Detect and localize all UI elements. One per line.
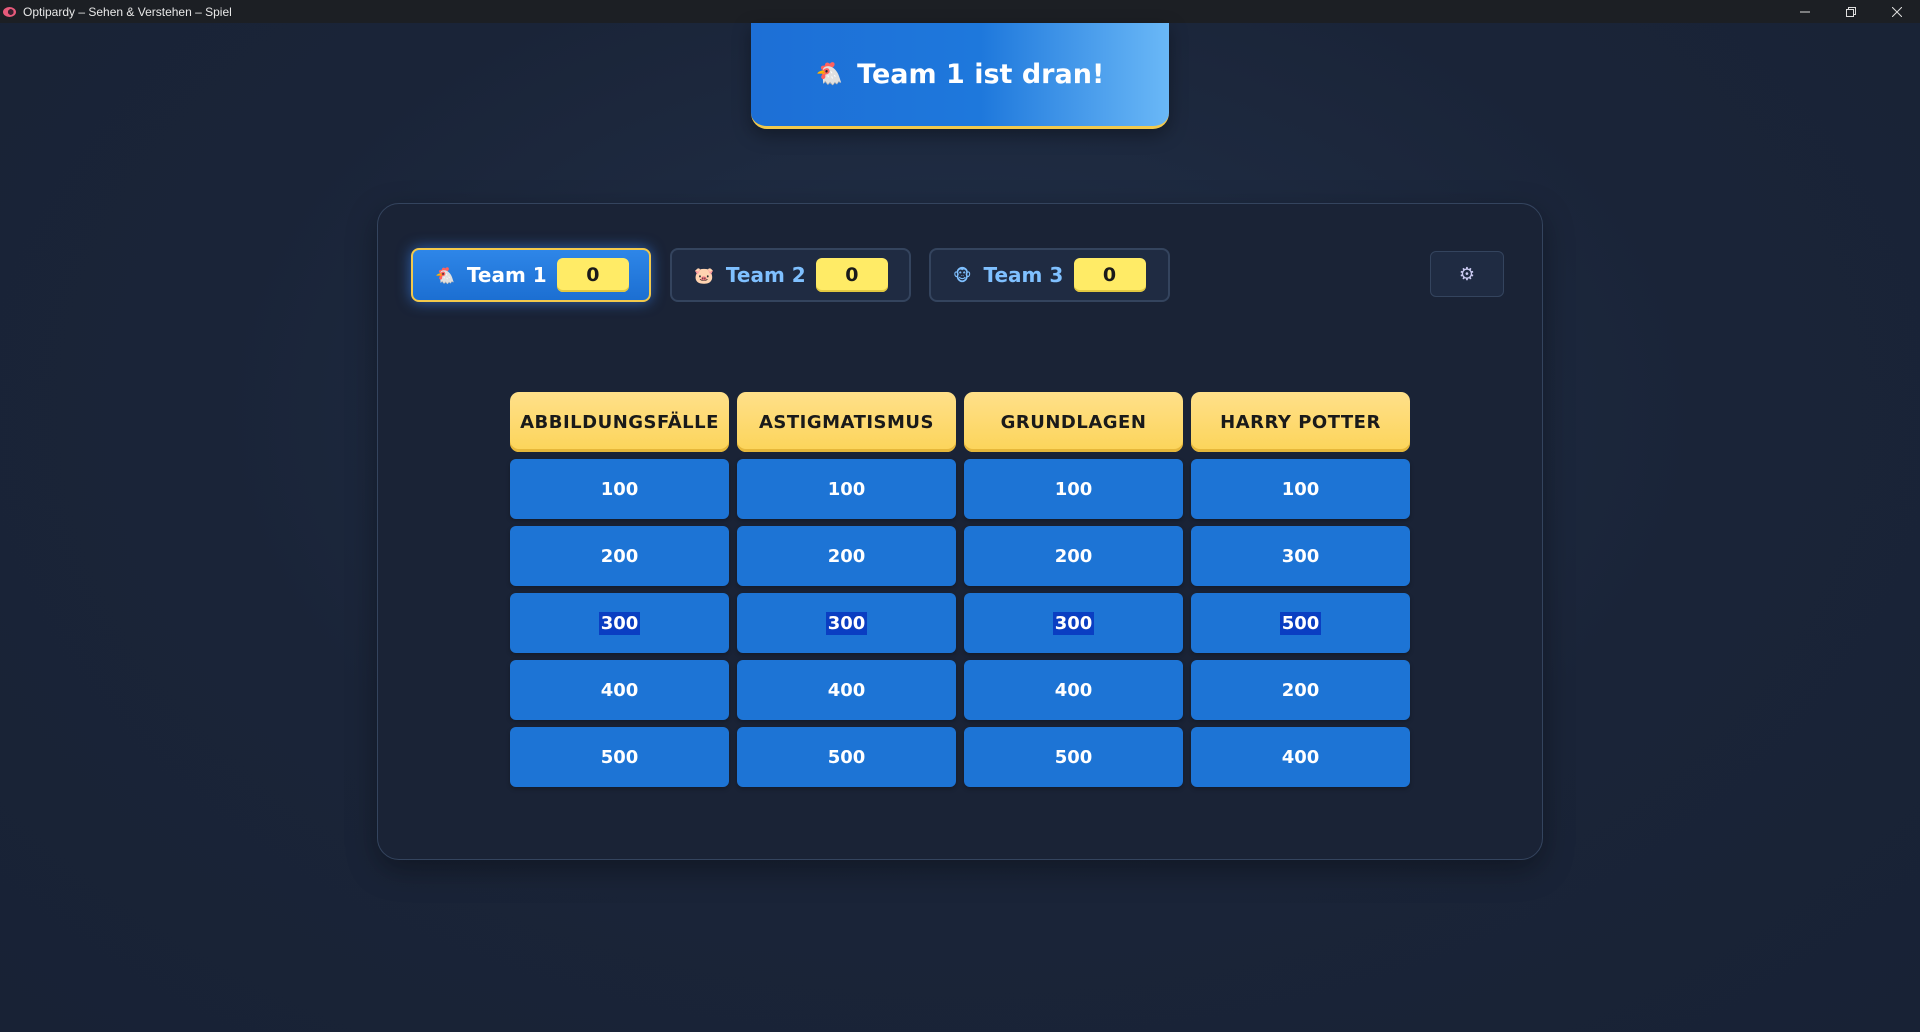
question-cell[interactable]: 200 bbox=[964, 526, 1183, 586]
question-value: 200 bbox=[600, 545, 639, 567]
window-title: Optipardy – Sehen & Verstehen – Spiel bbox=[23, 4, 232, 19]
question-cell[interactable]: 200 bbox=[510, 526, 729, 586]
question-cell[interactable]: 300 bbox=[964, 593, 1183, 653]
team-score: 0 bbox=[1073, 258, 1146, 292]
turn-text: Team 1 ist dran! bbox=[857, 59, 1105, 90]
question-value: 200 bbox=[1281, 679, 1320, 701]
question-cell[interactable]: 500 bbox=[1191, 593, 1410, 653]
question-value: 500 bbox=[1279, 611, 1322, 635]
team-score: 0 bbox=[815, 258, 888, 292]
question-value: 400 bbox=[1054, 679, 1093, 701]
team-3-card[interactable]: 🐵 Team 3 0 bbox=[929, 248, 1170, 302]
team-name: Team 3 bbox=[983, 263, 1064, 287]
settings-button[interactable]: ⚙ bbox=[1430, 251, 1504, 297]
question-cell[interactable]: 500 bbox=[510, 727, 729, 787]
question-value: 400 bbox=[827, 679, 866, 701]
question-value: 300 bbox=[825, 611, 868, 635]
team-name: Team 1 bbox=[466, 263, 547, 287]
question-cell[interactable]: 300 bbox=[1191, 526, 1410, 586]
question-cell[interactable]: 300 bbox=[737, 593, 956, 653]
question-cell[interactable]: 400 bbox=[737, 660, 956, 720]
question-cell[interactable]: 100 bbox=[737, 459, 956, 519]
question-value: 400 bbox=[600, 679, 639, 701]
question-value: 400 bbox=[1281, 746, 1320, 768]
question-cell[interactable]: 400 bbox=[964, 660, 1183, 720]
category-header: ABBILDUNGSFÄLLE bbox=[510, 392, 729, 452]
monkey-icon: 🐵 bbox=[953, 265, 972, 285]
restore-icon[interactable] bbox=[1828, 0, 1874, 23]
question-cell[interactable]: 300 bbox=[510, 593, 729, 653]
question-cell[interactable]: 100 bbox=[510, 459, 729, 519]
question-cell[interactable]: 400 bbox=[1191, 727, 1410, 787]
question-cell[interactable]: 200 bbox=[1191, 660, 1410, 720]
question-cell[interactable]: 100 bbox=[1191, 459, 1410, 519]
team-name: Team 2 bbox=[725, 263, 806, 287]
question-value: 200 bbox=[827, 545, 866, 567]
question-value: 300 bbox=[598, 611, 641, 635]
question-value: 100 bbox=[600, 478, 639, 500]
question-value: 500 bbox=[1054, 746, 1093, 768]
category-header: HARRY POTTER bbox=[1191, 392, 1410, 452]
question-value: 500 bbox=[827, 746, 866, 768]
minimize-icon[interactable] bbox=[1782, 0, 1828, 23]
question-value: 300 bbox=[1052, 611, 1095, 635]
question-cell[interactable]: 400 bbox=[510, 660, 729, 720]
title-bar: Optipardy – Sehen & Verstehen – Spiel bbox=[0, 0, 1920, 23]
question-value: 500 bbox=[600, 746, 639, 768]
question-value: 300 bbox=[1281, 545, 1320, 567]
category-header: ASTIGMATISMUS bbox=[737, 392, 956, 452]
category-header: GRUNDLAGEN bbox=[964, 392, 1183, 452]
question-value: 100 bbox=[1281, 478, 1320, 500]
gear-icon: ⚙ bbox=[1458, 263, 1476, 285]
chicken-icon: 🐔 bbox=[815, 62, 844, 87]
question-cell[interactable]: 500 bbox=[964, 727, 1183, 787]
question-cell[interactable]: 100 bbox=[964, 459, 1183, 519]
team-1-card[interactable]: 🐔 Team 1 0 bbox=[411, 248, 651, 302]
team-2-card[interactable]: 🐷 Team 2 0 bbox=[670, 248, 911, 302]
app-icon bbox=[3, 6, 16, 17]
pig-icon: 🐷 bbox=[694, 265, 714, 285]
question-cell[interactable]: 500 bbox=[737, 727, 956, 787]
question-value: 100 bbox=[1054, 478, 1093, 500]
turn-banner: 🐔 Team 1 ist dran! bbox=[751, 23, 1169, 129]
question-value: 200 bbox=[1054, 545, 1093, 567]
chicken-icon: 🐔 bbox=[435, 265, 455, 285]
game-board-panel: 🐔 Team 1 0 🐷 Team 2 0 🐵 Team 3 0 ⚙ ABBIL… bbox=[377, 203, 1543, 860]
question-cell[interactable]: 200 bbox=[737, 526, 956, 586]
close-icon[interactable] bbox=[1874, 0, 1920, 23]
team-score: 0 bbox=[556, 258, 629, 292]
question-value: 100 bbox=[827, 478, 866, 500]
